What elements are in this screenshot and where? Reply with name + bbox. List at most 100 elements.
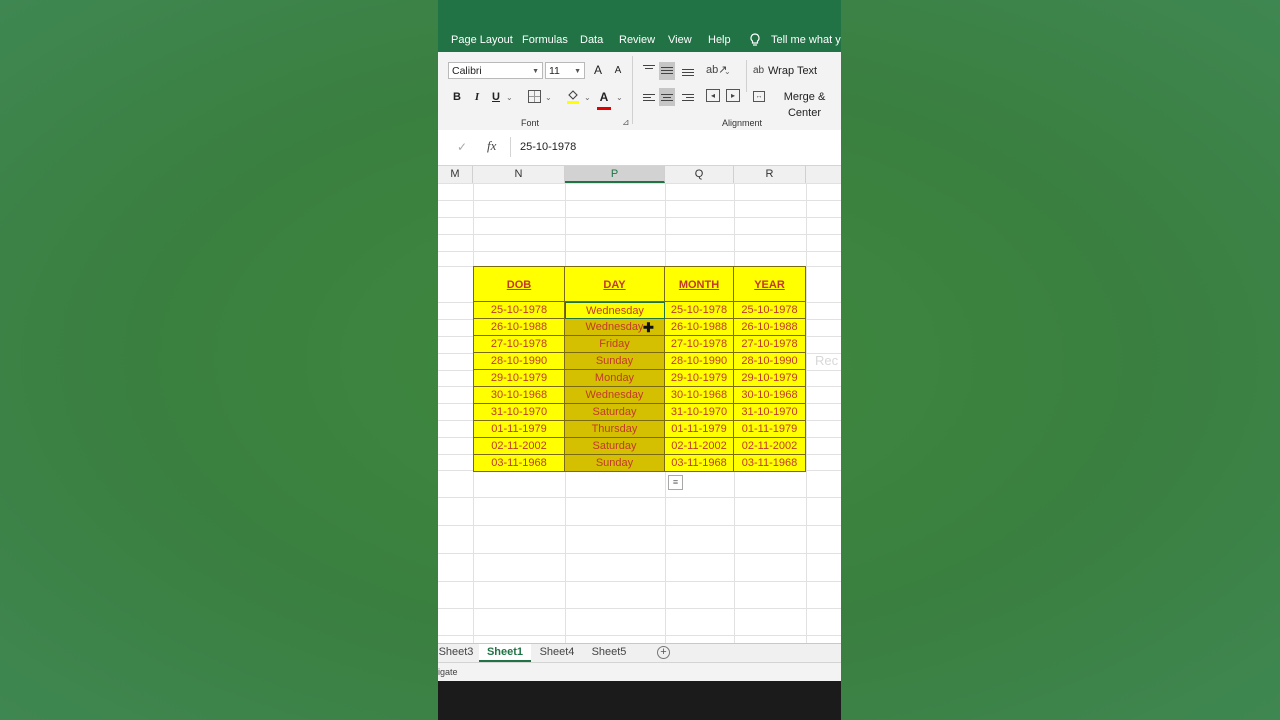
cell-year[interactable]: 30-10-1968 bbox=[734, 387, 806, 404]
italic-button[interactable]: I bbox=[471, 89, 483, 105]
cell-day[interactable]: Monday bbox=[565, 370, 665, 387]
chevron-down-icon: ▼ bbox=[532, 68, 539, 75]
chevron-down-icon[interactable]: ⌄ bbox=[724, 67, 731, 76]
align-left-icon[interactable] bbox=[643, 92, 655, 103]
merge-center-icon[interactable]: ↔ bbox=[753, 91, 765, 102]
column-header-n[interactable]: N bbox=[473, 166, 565, 183]
header-cell-month[interactable]: MONTH bbox=[665, 266, 734, 302]
cell-month[interactable]: 29-10-1979 bbox=[665, 370, 734, 387]
column-header-m[interactable]: M bbox=[438, 166, 473, 183]
cell-dob[interactable]: 29-10-1979 bbox=[473, 370, 565, 387]
enter-check-icon[interactable]: ✓ bbox=[457, 140, 467, 154]
cell-dob[interactable]: 01-11-1979 bbox=[473, 421, 565, 438]
cell-dob[interactable]: 31-10-1970 bbox=[473, 404, 565, 421]
cell-year[interactable]: 31-10-1970 bbox=[734, 404, 806, 421]
title-bar bbox=[438, 0, 841, 30]
grow-font-button[interactable]: A bbox=[592, 62, 604, 78]
cell-dob[interactable]: 27-10-1978 bbox=[473, 336, 565, 353]
cell-year[interactable]: 28-10-1990 bbox=[734, 353, 806, 370]
chevron-down-icon[interactable]: ⌄ bbox=[545, 93, 552, 102]
cell-year[interactable]: 27-10-1978 bbox=[734, 336, 806, 353]
cell-month[interactable]: 03-11-1968 bbox=[665, 455, 734, 472]
cell-month[interactable]: 30-10-1968 bbox=[665, 387, 734, 404]
cell-year[interactable]: 03-11-1968 bbox=[734, 455, 806, 472]
header-cell-year[interactable]: YEAR bbox=[734, 266, 806, 302]
cell-year[interactable]: 02-11-2002 bbox=[734, 438, 806, 455]
cell-year[interactable]: 01-11-1979 bbox=[734, 421, 806, 438]
wrap-text-button[interactable]: Wrap Text bbox=[768, 63, 817, 79]
align-bottom-icon[interactable] bbox=[682, 67, 694, 78]
chevron-down-icon[interactable]: ⌄ bbox=[584, 93, 591, 102]
align-top-icon[interactable] bbox=[643, 63, 655, 71]
font-name-value: Calibri bbox=[452, 65, 482, 77]
sheet-tab-sheet4[interactable]: Sheet4 bbox=[533, 644, 581, 662]
cell-day[interactable]: Saturday bbox=[565, 438, 665, 455]
quick-analysis-icon[interactable]: ≡ bbox=[668, 475, 683, 490]
underline-button[interactable]: U bbox=[490, 89, 502, 105]
shrink-font-button[interactable]: A bbox=[612, 63, 624, 79]
align-center-icon[interactable] bbox=[659, 88, 675, 106]
insert-function-button[interactable]: fx bbox=[487, 138, 496, 154]
cell-day[interactable]: Sunday bbox=[565, 455, 665, 472]
column-header-q[interactable]: Q bbox=[665, 166, 734, 183]
tab-data[interactable]: Data bbox=[580, 34, 603, 46]
cell-year[interactable]: 26-10-1988 bbox=[734, 319, 806, 336]
merge-center-button[interactable]: Merge & Center bbox=[768, 89, 841, 121]
tab-view[interactable]: View bbox=[668, 34, 692, 46]
fill-color-icon[interactable] bbox=[566, 88, 580, 104]
sheet-tab-sheet3[interactable]: Sheet3 bbox=[438, 644, 474, 662]
column-header-r[interactable]: R bbox=[734, 166, 806, 183]
cell-month[interactable]: 31-10-1970 bbox=[665, 404, 734, 421]
font-name-select[interactable]: Calibri ▼ bbox=[448, 62, 543, 79]
decrease-indent-icon[interactable]: ◂ bbox=[706, 89, 720, 102]
cell-year[interactable]: 25-10-1978 bbox=[734, 302, 806, 319]
wrap-text-icon[interactable]: ab bbox=[753, 65, 764, 76]
align-middle-icon[interactable] bbox=[659, 62, 675, 80]
borders-icon[interactable] bbox=[528, 90, 541, 103]
chevron-down-icon[interactable]: ⌄ bbox=[506, 93, 513, 102]
cell-dob[interactable]: 03-11-1968 bbox=[473, 455, 565, 472]
dialog-launcher-icon[interactable]: ⊿ bbox=[622, 117, 630, 128]
cell-dob[interactable]: 28-10-1990 bbox=[473, 353, 565, 370]
tab-page-layout[interactable]: Page Layout bbox=[451, 34, 513, 46]
cell-day[interactable]: Wednesday bbox=[565, 387, 665, 404]
tab-review[interactable]: Review bbox=[619, 34, 655, 46]
cell-month[interactable]: 26-10-1988 bbox=[665, 319, 734, 336]
cell-month[interactable]: 01-11-1979 bbox=[665, 421, 734, 438]
font-color-icon[interactable]: A bbox=[597, 88, 611, 110]
cell-dob[interactable]: 02-11-2002 bbox=[473, 438, 565, 455]
bold-button[interactable]: B bbox=[451, 89, 463, 105]
sheet-tab-sheet5[interactable]: Sheet5 bbox=[585, 644, 633, 662]
ribbon: Calibri ▼ 11 ▼ A A B I U ⌄ ⌄ ⌄ A ⌄ Font … bbox=[438, 52, 841, 131]
grid-row-line bbox=[438, 234, 841, 235]
cell-month[interactable]: 02-11-2002 bbox=[665, 438, 734, 455]
formula-input[interactable]: 25-10-1978 bbox=[520, 141, 576, 153]
cell-day[interactable]: Thursday bbox=[565, 421, 665, 438]
header-cell-dob[interactable]: DOB bbox=[473, 266, 565, 302]
tab-formulas[interactable]: Formulas bbox=[522, 34, 568, 46]
cell-month[interactable]: 27-10-1978 bbox=[665, 336, 734, 353]
cell-dob[interactable]: 30-10-1968 bbox=[473, 387, 565, 404]
header-cell-day[interactable]: DAY bbox=[565, 266, 665, 302]
tell-me-search[interactable]: Tell me what yo bbox=[771, 34, 841, 46]
cell-year[interactable]: 29-10-1979 bbox=[734, 370, 806, 387]
add-sheet-icon[interactable]: + bbox=[657, 646, 670, 659]
lightbulb-icon[interactable] bbox=[749, 33, 761, 47]
align-right-icon[interactable] bbox=[682, 92, 694, 103]
cell-month[interactable]: 25-10-1978 bbox=[665, 302, 734, 319]
menu-tabs: Page Layout Formulas Data Review View He… bbox=[438, 30, 841, 52]
font-size-select[interactable]: 11 ▼ bbox=[545, 62, 585, 79]
increase-indent-icon[interactable]: ▸ bbox=[726, 89, 740, 102]
chevron-down-icon[interactable]: ⌄ bbox=[616, 93, 623, 102]
cell-day[interactable]: Wednesday bbox=[565, 302, 665, 319]
tab-help[interactable]: Help bbox=[708, 34, 731, 46]
cell-dob[interactable]: 25-10-1978 bbox=[473, 302, 565, 319]
cell-dob[interactable]: 26-10-1988 bbox=[473, 319, 565, 336]
sheet-tab-sheet1[interactable]: Sheet1 bbox=[479, 644, 531, 662]
cell-day[interactable]: Friday bbox=[565, 336, 665, 353]
cell-day[interactable]: Saturday bbox=[565, 404, 665, 421]
cell-day[interactable]: Sunday bbox=[565, 353, 665, 370]
column-header-p[interactable]: P bbox=[565, 166, 665, 183]
cell-grid[interactable]: DOB DAY MONTH YEAR 25-10-1978 Wednesday 25-10-… bbox=[438, 183, 841, 643]
cell-month[interactable]: 28-10-1990 bbox=[665, 353, 734, 370]
